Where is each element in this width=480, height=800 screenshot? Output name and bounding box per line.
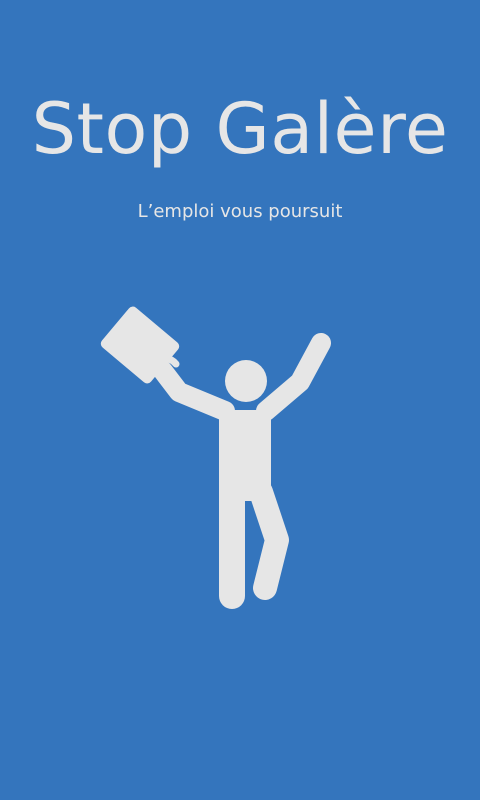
splash-screen: Stop Galère L’emploi vous poursuit [0,0,480,800]
person-celebrating-with-briefcase-icon [100,306,331,609]
